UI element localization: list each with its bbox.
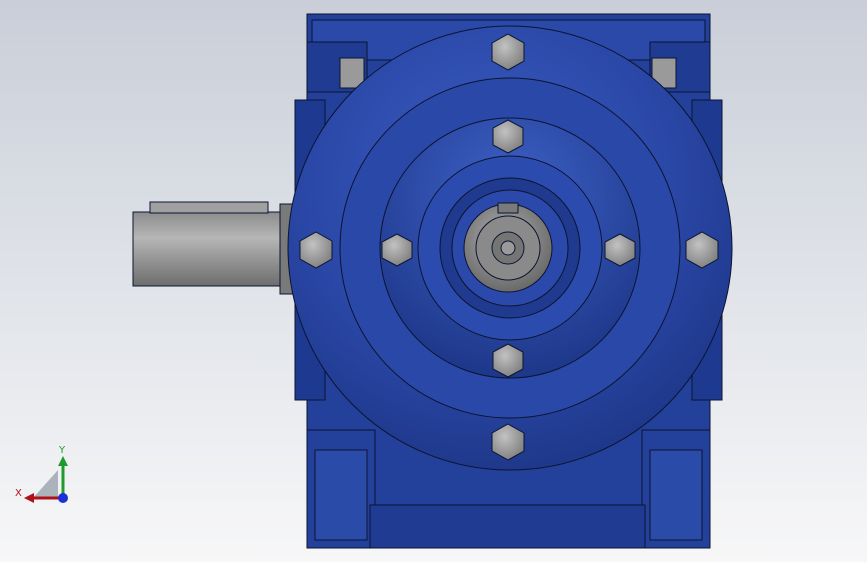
triad-y-arrow-icon	[58, 456, 68, 466]
triad-z-axis-icon	[58, 493, 68, 503]
bottom-base-plate	[369, 504, 646, 549]
bottom-left-foot-inner	[314, 449, 368, 541]
triad-cone	[33, 470, 58, 498]
axis-triad: Y X	[15, 445, 68, 503]
triad-y-label: Y	[58, 445, 66, 456]
hub-keyway	[497, 202, 519, 214]
bottom-right-foot-inner	[649, 449, 703, 541]
triad-x-arrow-icon	[24, 493, 34, 503]
shaft-key	[149, 201, 269, 214]
gearbox-model[interactable]	[132, 13, 733, 549]
triad-x-label: X	[15, 488, 22, 499]
input-shaft[interactable]	[132, 211, 289, 287]
output-bore-center	[500, 240, 516, 256]
3d-viewport[interactable]	[0, 0, 867, 562]
